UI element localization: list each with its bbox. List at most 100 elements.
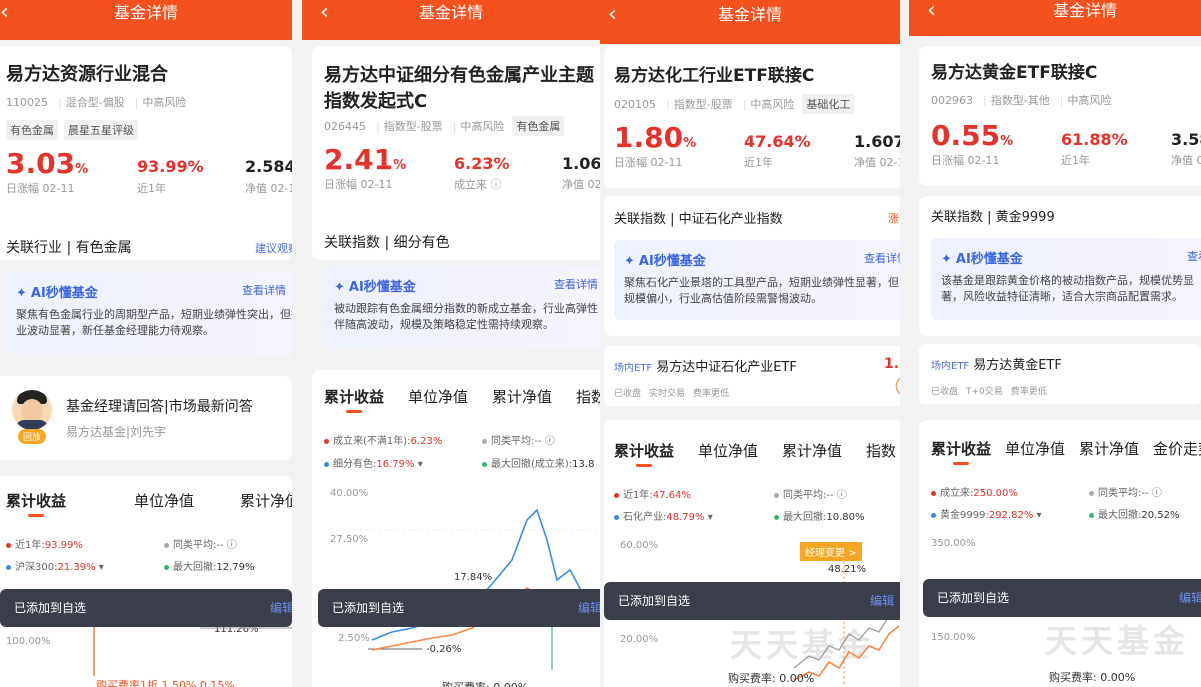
fund-tags: 有色金属 晨星五星评级 bbox=[6, 119, 144, 140]
related-index[interactable]: 关联指数 | 黄金9999 bbox=[931, 206, 1055, 225]
tab-cumulative-return[interactable]: 累计收益 bbox=[931, 438, 991, 459]
y-tick-label: 350.00% bbox=[931, 538, 976, 549]
refresh-icon[interactable] bbox=[886, 374, 900, 398]
nav-label: 净值 02 bbox=[1171, 154, 1201, 167]
ai-description: 聚焦有色金属行业的周期型产品，短期业绩弹性突出，但行业波动显著，新任基金经理能力… bbox=[16, 308, 292, 337]
watermark: 天天基金 bbox=[1045, 622, 1190, 660]
nav-value: 3.58 bbox=[1171, 130, 1201, 149]
tab-cumulative-nav[interactable]: 累计净值 bbox=[1079, 438, 1139, 459]
legend-item: 最大回撤:20.52% bbox=[1089, 506, 1180, 521]
daily-label: 日涨幅 02-11 bbox=[6, 182, 75, 195]
tag[interactable]: 有色金属 bbox=[6, 120, 58, 140]
period-label: 近1年 bbox=[1061, 154, 1090, 167]
toast-added-to-watchlist: 已添加到自选 编辑 bbox=[604, 582, 900, 620]
view-details-link[interactable]: 查看详情 bbox=[1187, 248, 1201, 264]
toast-added-to-watchlist: 已添加到自选 编辑 bbox=[923, 579, 1201, 617]
etf-badge: 费率更低 bbox=[1010, 387, 1047, 397]
panel-fund-4: ‹ 基金详情 易方达黄金ETF联接C 002963 | 指数型-其他 | 中高风险 0.… bbox=[909, 0, 1201, 687]
ai-description: 被动跟踪有色金属细分指数的新成立基金，行业高弹性伴随高波动，规模及策略稳定性需持… bbox=[334, 302, 598, 331]
fund-meta: 020105 | 指数型-股票 | 中高风险 基础化工 bbox=[614, 94, 858, 114]
legend-item: 同类平均:-- ⓘ bbox=[1089, 484, 1162, 499]
ai-summary-card[interactable]: ✦AI秒懂基金 查看详情 聚焦石化产业景塔的工具型产品，短期业绩弹性显著，但规模… bbox=[614, 240, 900, 320]
panel-fund-1: ‹ 基金详情 易方达资源行业混合 110025 | 混合型-偏股 | 中高风险 有色金属… bbox=[0, 0, 292, 687]
tag[interactable]: 晨星五星评级 bbox=[64, 120, 138, 140]
nav-value: 2.5840 bbox=[245, 157, 292, 176]
fund-name: 易方达资源行业混合 bbox=[6, 64, 168, 85]
ai-summary-card[interactable]: ✦ AI秒懂基金 查看详情 聚焦有色金属行业的周期型产品，短期业绩弹性突出，但行业… bbox=[6, 272, 292, 354]
ai-description: 聚焦石化产业景塔的工具型产品，短期业绩弹性显著，但规模偏小，行业高估值阶段需警惕… bbox=[624, 276, 899, 305]
related-side-link[interactable]: 建议观察 bbox=[255, 240, 292, 256]
toast-added-to-watchlist: 已添加到自选 编辑 bbox=[318, 589, 600, 627]
etf-badge: 实时交易 bbox=[649, 389, 686, 399]
chart-card: 累计收益单位净值累计净值 近1年:93.99% 同类平均:-- ⓘ 沪深300:… bbox=[0, 476, 292, 687]
ai-description: 该基金是跟踪黄金价格的被动指数产品，规模优势显著，风险收益特征清晰，适合大宗商品… bbox=[941, 274, 1194, 303]
etf-badge: 费率更低 bbox=[693, 389, 730, 399]
period-return: 47.64% bbox=[744, 132, 811, 151]
toast-added-to-watchlist: 已添加到自选 编辑 bbox=[0, 589, 292, 627]
chart-card: 累计收益 单位净值 累计净值 指数 近1年:47.64% 同类平均:-- ⓘ 石化产业… bbox=[604, 420, 900, 687]
ai-summary-card[interactable]: ✦ AI秒懂基金 查看详情 被动跟踪有色金属细分指数的新成立基金，行业高弹性伴随高… bbox=[324, 266, 600, 348]
related-index[interactable]: 关联指数 | 细分有色 bbox=[324, 232, 450, 252]
manager-card[interactable]: 回放 基金经理请回答|市场最新问答 易方达基金|刘先宇 bbox=[0, 376, 292, 460]
chart-card: 累计收益单位净值累计净值金价走势 成立来:250.00% 同类平均:-- ⓘ 黄… bbox=[919, 420, 1201, 687]
fund-meta: 110025 | 混合型-偏股 | 中高风险 bbox=[6, 96, 187, 109]
fund-meta: 002963 | 指数型-其他 | 中高风险 bbox=[931, 94, 1112, 107]
period-return: 61.88% bbox=[1061, 130, 1128, 149]
tab-gold-price[interactable]: 金价走势 bbox=[1153, 438, 1201, 459]
related-side-link[interactable]: 涨 bbox=[888, 210, 899, 226]
chart-lines bbox=[793, 556, 900, 687]
period-label: 成立来 ⓘ bbox=[454, 178, 502, 191]
toast-edit-link[interactable]: 编辑 bbox=[270, 589, 292, 627]
related-ai-card: 关联指数 | 黄金9999 ✦AI秒懂基金 查看详情 该基金是跟踪黄金价格的被动… bbox=[919, 196, 1201, 336]
chart-lines bbox=[93, 616, 292, 676]
avatar bbox=[12, 390, 52, 430]
fund-summary-card: 易方达化工行业ETF联接C 020105 | 指数型-股票 | 中高风险 基础化工 1.8… bbox=[604, 46, 900, 188]
nav-value: 1.6074 bbox=[854, 132, 900, 151]
etf-prefix: 场内ETF bbox=[614, 363, 653, 374]
etf-badge: 已收盘 bbox=[614, 389, 642, 399]
etf-card[interactable]: 场内ETF 易方达黄金ETF 已收盘 T+0交易 费率更低 bbox=[919, 344, 1201, 404]
sparkle-icon: ✦ bbox=[941, 252, 952, 267]
header-title: 基金详情 bbox=[717, 5, 782, 24]
daily-label: 日涨幅 02-11 bbox=[324, 178, 393, 191]
header-title: 基金详情 bbox=[418, 3, 483, 22]
fund-name: 易方达化工行业ETF联接C bbox=[614, 66, 815, 86]
replay-badge: 回放 bbox=[18, 429, 47, 444]
purchase-fee: 购买费率: 0.00% bbox=[442, 679, 528, 687]
period-return: 93.99% bbox=[137, 157, 204, 176]
view-details-link[interactable]: 查看详情 bbox=[864, 250, 900, 266]
related-industry[interactable]: 关联行业 | 有色金属 bbox=[6, 237, 132, 257]
chevron-down-icon: ▾ bbox=[1036, 510, 1042, 521]
tab-unit-nav[interactable]: 单位净值 bbox=[1005, 438, 1065, 459]
ai-summary-card[interactable]: ✦AI秒懂基金 查看详情 该基金是跟踪黄金价格的被动指数产品，规模优势显著，风险… bbox=[931, 238, 1201, 320]
tag[interactable]: 基础化工 bbox=[802, 94, 855, 114]
nav-label: 净值 02-11 bbox=[562, 178, 600, 191]
purchase-fee: 购买费率1折 1.50% 0.15% bbox=[96, 679, 235, 687]
y-tick-label: 150.00% bbox=[931, 632, 976, 643]
related-index[interactable]: 关联指数 | 中证石化产业指数 bbox=[614, 208, 783, 227]
top-bar: ‹ 基金详情 bbox=[600, 0, 900, 44]
active-tab-indicator bbox=[953, 462, 969, 465]
panel-fund-2: ‹ 基金详情 易方达中证细分有色金属产业主题指数发起式C 026445 | 指数型-… bbox=[302, 0, 600, 687]
fund-name: 易方达中证细分有色金属产业主题指数发起式C bbox=[324, 65, 594, 112]
fund-meta: 026445 | 指数型-股票 | 中高风险 有色金属 bbox=[324, 116, 568, 136]
chevron-left-icon[interactable]: ‹ bbox=[927, 0, 936, 22]
fund-summary-card: 易方达资源行业混合 110025 | 混合型-偏股 | 中高风险 有色金属 晨星五星评级 … bbox=[0, 46, 292, 260]
view-details-link[interactable]: 查看详情 bbox=[242, 282, 286, 298]
etf-card[interactable]: 场内ETF易方达中证石化产业ETF 1.8 已收盘实时交易费率更低 bbox=[604, 346, 900, 406]
chart-lines bbox=[330, 508, 600, 670]
legend-item[interactable]: 黄金9999:292.82% ▾ bbox=[931, 506, 1042, 521]
view-details-link[interactable]: 查看详情 bbox=[554, 276, 598, 292]
period-label: 近1年 bbox=[137, 182, 166, 195]
related-ai-card: 关联指数 | 中证石化产业指数 涨 ✦AI秒懂基金 查看详情 聚焦石化产业景塔的… bbox=[604, 196, 900, 336]
top-bar: ‹ 基金详情 bbox=[909, 0, 1201, 36]
toast-edit-link[interactable]: 编辑 bbox=[870, 582, 894, 620]
etf-name: 易方达黄金ETF bbox=[973, 358, 1062, 373]
manager-sub: 易方达基金|刘先宇 bbox=[66, 425, 167, 439]
top-bar: ‹ 基金详情 bbox=[0, 0, 292, 40]
sparkle-icon: ✦ bbox=[16, 286, 27, 301]
manager-title: 基金经理请回答|市场最新问答 bbox=[66, 399, 253, 415]
toast-edit-link[interactable]: 编辑 bbox=[578, 589, 600, 627]
tag[interactable]: 有色金属 bbox=[512, 116, 565, 136]
toast-edit-link[interactable]: 编辑 bbox=[1179, 579, 1201, 617]
